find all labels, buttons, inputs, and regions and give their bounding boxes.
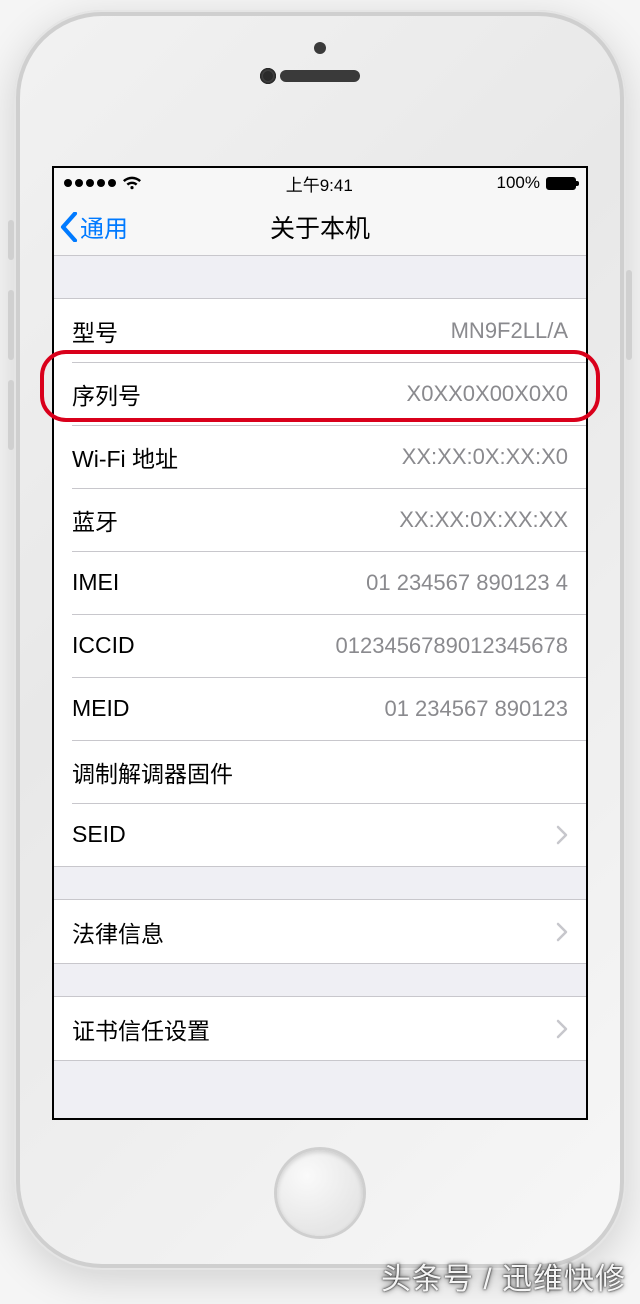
row-label: MEID	[72, 695, 130, 722]
row-label: ICCID	[72, 632, 135, 659]
section-gap	[54, 867, 586, 899]
home-button[interactable]	[277, 1150, 363, 1236]
cert-group: 证书信任设置	[54, 996, 586, 1061]
row-bluetooth[interactable]: 蓝牙 XX:XX:0X:XX:XX	[54, 488, 586, 551]
status-time: 上午9:41	[286, 171, 353, 196]
row-value: X0XX0X00X0X0	[407, 381, 568, 407]
front-camera	[260, 68, 276, 84]
back-button[interactable]: 通用	[54, 209, 128, 244]
phone-frame: 上午9:41 100% 通用 关于本机 型号 MN9F2LL/A	[14, 10, 626, 1270]
earpiece-speaker	[280, 70, 360, 82]
row-label: 蓝牙	[72, 503, 118, 537]
wifi-icon	[122, 176, 142, 190]
battery-percent: 100%	[497, 173, 540, 193]
proximity-sensor	[314, 42, 326, 54]
row-value: XX:XX:0X:XX:X0	[402, 444, 568, 470]
chevron-right-icon	[556, 922, 568, 942]
screen: 上午9:41 100% 通用 关于本机 型号 MN9F2LL/A	[52, 166, 588, 1120]
row-label: 调制解调器固件	[72, 755, 233, 789]
row-wifi[interactable]: Wi-Fi 地址 XX:XX:0X:XX:X0	[54, 425, 586, 488]
row-label: 型号	[72, 314, 118, 348]
row-value: XX:XX:0X:XX:XX	[399, 507, 568, 533]
battery-icon	[546, 177, 576, 190]
row-label: 序列号	[72, 377, 141, 411]
row-value: 01 234567 890123 4	[366, 570, 568, 596]
row-serial[interactable]: 序列号 X0XX0X00X0X0	[54, 362, 586, 425]
chevron-left-icon	[60, 212, 78, 242]
row-legal[interactable]: 法律信息	[54, 900, 586, 963]
legal-group: 法律信息	[54, 899, 586, 964]
row-label: IMEI	[72, 569, 119, 596]
section-gap	[54, 964, 586, 996]
back-label: 通用	[80, 209, 128, 244]
row-iccid[interactable]: ICCID 01234567890123456​78	[54, 614, 586, 677]
row-cert[interactable]: 证书信任设置	[54, 997, 586, 1060]
mute-switch	[8, 220, 14, 260]
page-title: 关于本机	[54, 209, 586, 245]
chevron-right-icon	[556, 1019, 568, 1039]
volume-up	[8, 290, 14, 360]
row-value: 01 234567 890123	[384, 696, 568, 722]
row-imei[interactable]: IMEI 01 234567 890123 4	[54, 551, 586, 614]
watermark-text: 头条号 / 迅维快修	[381, 1254, 626, 1298]
signal-dots-icon	[64, 179, 116, 187]
power-button	[626, 270, 632, 360]
status-bar: 上午9:41 100%	[54, 168, 586, 198]
row-model[interactable]: 型号 MN9F2LL/A	[54, 299, 586, 362]
info-group: 型号 MN9F2LL/A 序列号 X0XX0X00X0X0 Wi-Fi 地址 X…	[54, 298, 586, 867]
section-gap	[54, 256, 586, 298]
row-value: 01234567890123456​78	[336, 633, 568, 659]
row-seid[interactable]: SEID	[54, 803, 586, 866]
row-value: MN9F2LL/A	[451, 318, 568, 344]
row-label: 法律信息	[72, 915, 164, 949]
row-meid[interactable]: MEID 01 234567 890123	[54, 677, 586, 740]
row-label: 证书信任设置	[72, 1012, 210, 1046]
row-modem[interactable]: 调制解调器固件	[54, 740, 586, 803]
chevron-right-icon	[556, 825, 568, 845]
row-label: SEID	[72, 821, 126, 848]
row-label: Wi-Fi 地址	[72, 440, 178, 474]
nav-bar: 通用 关于本机	[54, 198, 586, 256]
volume-down	[8, 380, 14, 450]
